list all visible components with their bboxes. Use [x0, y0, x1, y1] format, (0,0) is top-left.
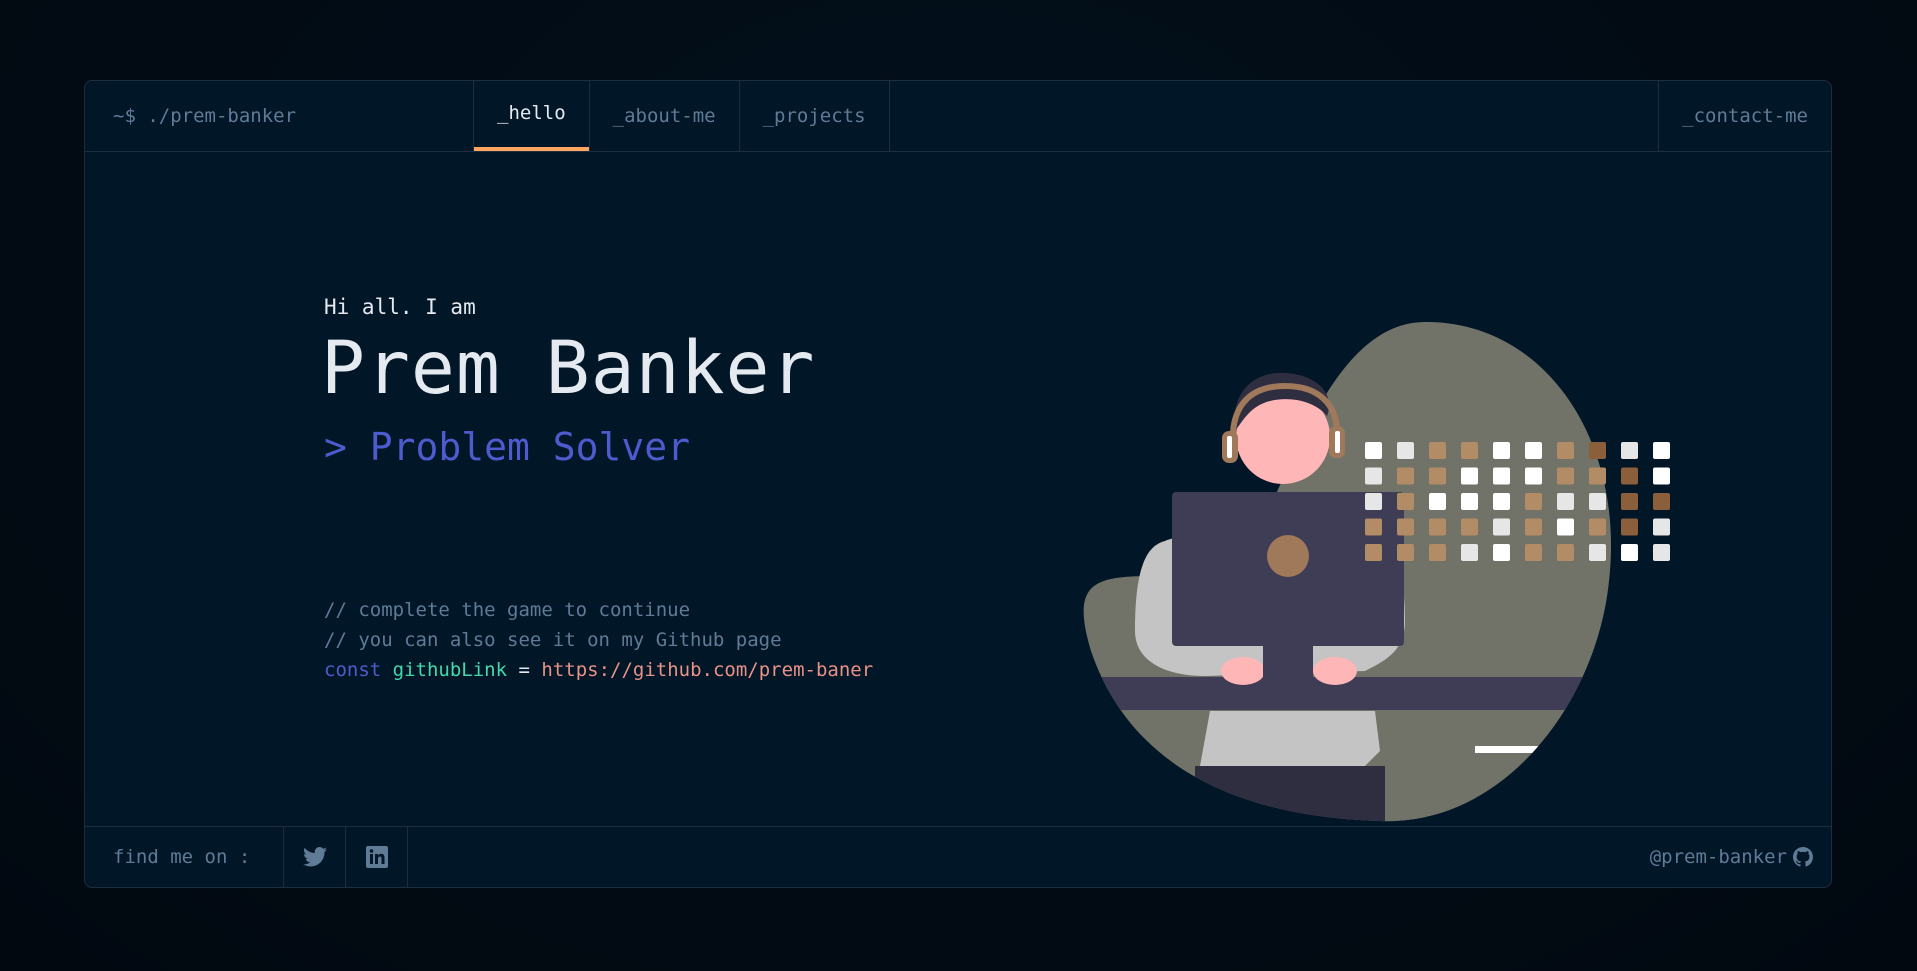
grid-square	[1493, 518, 1510, 536]
brand-label: ~$ ./prem-banker	[113, 105, 297, 127]
twitter-icon	[302, 847, 327, 867]
code-variable: githubLink	[392, 659, 508, 681]
hero-name: Prem Banker	[321, 326, 816, 411]
monitor-stand	[1263, 644, 1313, 679]
grid-square	[1621, 544, 1638, 561]
grid-square	[1589, 518, 1606, 536]
grid-square	[1461, 518, 1478, 536]
github-profile-link[interactable]: @prem-banker	[1650, 827, 1831, 887]
grid-square	[1525, 467, 1542, 485]
grid-square	[1589, 544, 1606, 561]
grid-square	[1461, 544, 1478, 561]
find-me-label: find me on :	[85, 827, 284, 887]
grid-square	[1493, 467, 1510, 485]
grid-square	[1397, 467, 1414, 485]
grid-square	[1621, 442, 1638, 459]
tab-hello[interactable]: _hello	[474, 81, 590, 151]
site-brand[interactable]: ~$ ./prem-banker	[85, 81, 474, 151]
grid-square	[1429, 467, 1446, 485]
grid-square	[1525, 493, 1542, 510]
github-handle: @prem-banker	[1649, 846, 1787, 868]
linkedin-icon	[365, 846, 388, 868]
linkedin-link[interactable]	[346, 827, 408, 887]
tab-about-me-label: _about-me	[612, 105, 716, 127]
grid-square	[1461, 493, 1478, 510]
grid-square	[1621, 518, 1638, 536]
grid-square	[1397, 493, 1414, 510]
app-window: ~$ ./prem-banker _hello _about-me _proje…	[84, 80, 1832, 888]
grid-square	[1589, 467, 1606, 485]
code-keyword: const	[324, 659, 382, 681]
tab-contact-me-label: _contact-me	[1682, 105, 1808, 127]
grid-square	[1461, 467, 1478, 485]
top-nav: ~$ ./prem-banker _hello _about-me _proje…	[85, 81, 1831, 152]
github-link[interactable]: https://github.com/prem-baner	[541, 659, 873, 681]
grid-square	[1397, 442, 1414, 459]
github-icon	[1793, 847, 1813, 867]
tab-hello-label: _hello	[497, 102, 566, 124]
tab-projects[interactable]: _projects	[740, 81, 890, 151]
grid-square	[1493, 442, 1510, 459]
grid-square	[1557, 493, 1574, 510]
code-comment-1: // complete the game to continue	[324, 599, 691, 621]
twitter-link[interactable]	[284, 827, 346, 887]
developer-illustration	[1083, 321, 1670, 822]
grid-square	[1429, 442, 1446, 459]
grid-square	[1525, 518, 1542, 536]
grid-square	[1429, 493, 1446, 510]
grid-square	[1621, 467, 1638, 485]
grid-square	[1365, 493, 1382, 510]
grid-square	[1493, 544, 1510, 561]
hero-role: > Problem Solver	[324, 425, 691, 469]
grid-square	[1589, 493, 1606, 510]
grid-square	[1493, 493, 1510, 510]
grid-square	[1365, 518, 1382, 536]
grid-square	[1461, 442, 1478, 459]
grid-square	[1525, 442, 1542, 459]
footer: find me on : @prem-banker	[85, 826, 1831, 887]
grid-square	[1365, 544, 1382, 561]
code-line: const githubLink = https://github.com/pr…	[324, 659, 873, 681]
grid-square	[1653, 518, 1670, 536]
grid-square	[1557, 442, 1574, 459]
code-comment-2: // you can also see it on my Github page	[324, 629, 782, 651]
grid-square	[1365, 442, 1382, 459]
grid-square	[1557, 467, 1574, 485]
grid-square	[1429, 544, 1446, 561]
code-operator: =	[518, 659, 530, 681]
grid-square	[1557, 544, 1574, 561]
grid-square	[1557, 518, 1574, 536]
tab-projects-label: _projects	[762, 105, 866, 127]
grid-square	[1653, 493, 1670, 510]
grid-square	[1589, 442, 1606, 459]
grid-square	[1429, 518, 1446, 536]
chair	[1375, 711, 1475, 822]
hero-greeting: Hi all. I am	[324, 295, 476, 319]
grid-square	[1397, 518, 1414, 536]
grid-square	[1621, 493, 1638, 510]
grid-square	[1397, 544, 1414, 561]
footer-spacer	[408, 827, 1650, 887]
grid-square	[1653, 544, 1670, 561]
grid-square	[1525, 544, 1542, 561]
tab-contact-me[interactable]: _contact-me	[1658, 81, 1831, 151]
grid-square	[1653, 467, 1670, 485]
grid-square	[1365, 467, 1382, 485]
grid-square	[1653, 442, 1670, 459]
monitor-logo	[1267, 535, 1309, 577]
tab-about-me[interactable]: _about-me	[590, 81, 740, 151]
